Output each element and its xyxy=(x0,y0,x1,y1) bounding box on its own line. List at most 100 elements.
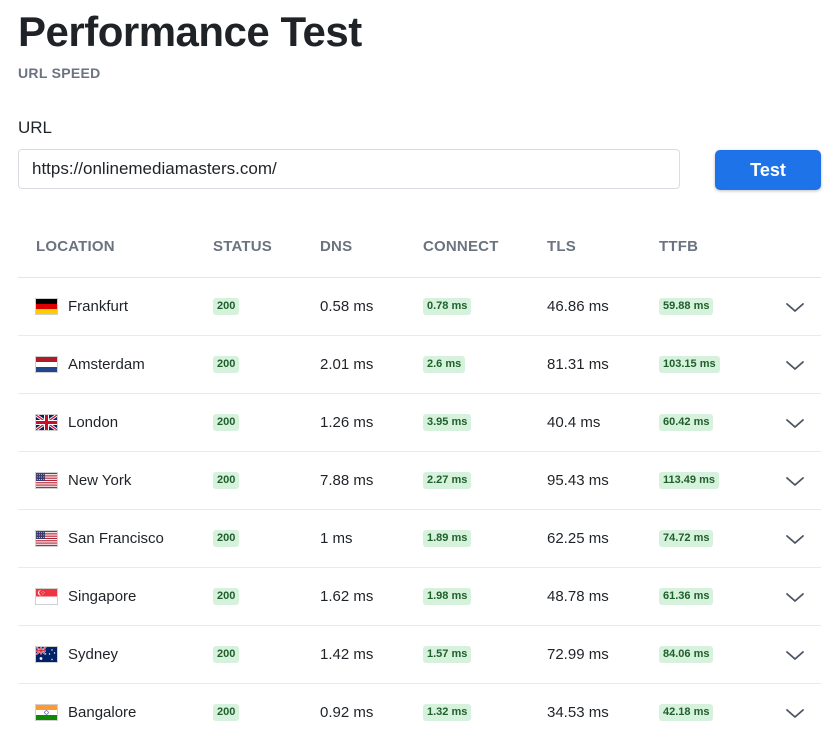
connect-cell: 2.6 ms xyxy=(423,336,466,393)
connect-badge: 0.78 ms xyxy=(423,298,472,315)
usa-flag-icon xyxy=(35,530,58,547)
location-name: London xyxy=(68,414,119,431)
chevron-down-icon[interactable] xyxy=(784,702,806,724)
india-flag-icon xyxy=(35,704,58,721)
ttfb-badge: 59.88 ms xyxy=(659,298,714,315)
tls-cell: 72.99 ms xyxy=(547,646,609,663)
location-cell: New York xyxy=(35,452,131,509)
connect-cell: 1.57 ms xyxy=(423,626,472,683)
ttfb-badge: 42.18 ms xyxy=(659,704,714,721)
dns-cell: 7.88 ms xyxy=(320,472,374,489)
ttfb-cell: 61.36 ms xyxy=(659,568,714,625)
location-cell: Sydney xyxy=(35,626,118,683)
connect-cell: 2.27 ms xyxy=(423,452,472,509)
connect-badge: 2.6 ms xyxy=(423,356,466,373)
chevron-down-icon[interactable] xyxy=(784,354,806,376)
status-cell: 200 xyxy=(213,278,240,335)
page-title: Performance Test xyxy=(18,8,362,55)
status-cell: 200 xyxy=(213,684,240,741)
chevron-down-icon[interactable] xyxy=(784,412,806,434)
ttfb-cell: 42.18 ms xyxy=(659,684,714,741)
singapore-flag-icon xyxy=(35,588,58,605)
results-table: LOCATION STATUS DNS CONNECT TLS TTFB Fra… xyxy=(18,222,821,741)
connect-cell: 0.78 ms xyxy=(423,278,472,335)
dns-cell: 2.01 ms xyxy=(320,356,374,373)
table-header: LOCATION STATUS DNS CONNECT TLS TTFB xyxy=(18,222,821,278)
connect-badge: 2.27 ms xyxy=(423,472,472,489)
connect-badge: 1.89 ms xyxy=(423,530,472,547)
url-label: URL xyxy=(18,118,53,137)
tls-cell: 81.31 ms xyxy=(547,356,609,373)
chevron-down-icon[interactable] xyxy=(784,644,806,666)
ttfb-badge: 113.49 ms xyxy=(659,472,719,489)
ttfb-badge: 84.06 ms xyxy=(659,646,714,663)
location-name: New York xyxy=(68,472,132,489)
connect-badge: 3.95 ms xyxy=(423,414,472,431)
chevron-down-icon[interactable] xyxy=(784,528,806,550)
location-cell: Frankfurt xyxy=(35,278,128,335)
tls-cell: 34.53 ms xyxy=(547,704,609,721)
dns-cell: 1 ms xyxy=(320,530,353,547)
column-header-location: LOCATION xyxy=(36,238,115,255)
dns-cell: 0.92 ms xyxy=(320,704,374,721)
ttfb-cell: 84.06 ms xyxy=(659,626,714,683)
dns-cell: 0.58 ms xyxy=(320,298,374,315)
location-name: Singapore xyxy=(68,588,137,605)
ttfb-cell: 103.15 ms xyxy=(659,336,720,393)
australia-flag-icon xyxy=(35,646,58,663)
table-row[interactable]: New York 200 7.88 ms 2.27 ms 95.43 ms 113.49 … xyxy=(18,452,821,510)
table-row[interactable]: London 200 1.26 ms 3.95 ms 40.4 ms 60.42 ms xyxy=(18,394,821,452)
connect-badge: 1.32 ms xyxy=(423,704,472,721)
status-badge: 200 xyxy=(213,704,240,721)
table-row[interactable]: Sydney 200 1.42 ms 1.57 ms 72.99 ms 84.06 ms xyxy=(18,626,821,684)
status-badge: 200 xyxy=(213,530,240,547)
connect-badge: 1.98 ms xyxy=(423,588,472,605)
location-name: Frankfurt xyxy=(68,298,129,315)
ttfb-cell: 113.49 ms xyxy=(659,452,719,509)
connect-cell: 1.32 ms xyxy=(423,684,472,741)
ttfb-badge: 103.15 ms xyxy=(659,356,720,373)
table-body: Frankfurt 200 0.58 ms 0.78 ms 46.86 ms 59.88 … xyxy=(18,278,821,741)
dns-cell: 1.42 ms xyxy=(320,646,374,663)
connect-cell: 3.95 ms xyxy=(423,394,472,451)
table-row[interactable]: San Francisco 200 1 ms 1.89 ms 62.25 ms 74.72… xyxy=(18,510,821,568)
germany-flag-icon xyxy=(35,298,58,315)
page-subtitle: URL SPEED xyxy=(18,65,101,81)
status-cell: 200 xyxy=(213,568,240,625)
column-header-dns: DNS xyxy=(320,238,353,255)
column-header-tls: TLS xyxy=(547,238,576,255)
uk-flag-icon xyxy=(35,414,58,431)
location-name: Amsterdam xyxy=(68,356,145,373)
status-badge: 200 xyxy=(213,646,240,663)
netherlands-flag-icon xyxy=(35,356,58,373)
column-header-connect: CONNECT xyxy=(423,238,499,255)
column-header-status: STATUS xyxy=(213,238,272,255)
location-cell: Singapore xyxy=(35,568,136,625)
column-header-ttfb: TTFB xyxy=(659,238,699,255)
location-cell: San Francisco xyxy=(35,510,164,567)
table-row[interactable]: Singapore 200 1.62 ms 1.98 ms 48.78 ms 61.36 … xyxy=(18,568,821,626)
table-row[interactable]: Bangalore 200 0.92 ms 1.32 ms 34.53 ms 42.18 … xyxy=(18,684,821,741)
chevron-down-icon[interactable] xyxy=(784,470,806,492)
tls-cell: 48.78 ms xyxy=(547,588,609,605)
url-input[interactable] xyxy=(18,149,680,189)
table-row[interactable]: Amsterdam 200 2.01 ms 2.6 ms 81.31 ms 103.15 … xyxy=(18,336,821,394)
dns-cell: 1.26 ms xyxy=(320,414,374,431)
ttfb-cell: 74.72 ms xyxy=(659,510,714,567)
connect-badge: 1.57 ms xyxy=(423,646,472,663)
chevron-down-icon[interactable] xyxy=(784,586,806,608)
location-name: San Francisco xyxy=(68,530,164,547)
status-badge: 200 xyxy=(213,588,240,605)
status-badge: 200 xyxy=(213,356,240,373)
tls-cell: 46.86 ms xyxy=(547,298,609,315)
status-cell: 200 xyxy=(213,510,240,567)
ttfb-badge: 61.36 ms xyxy=(659,588,714,605)
chevron-down-icon[interactable] xyxy=(784,296,806,318)
test-button[interactable]: Test xyxy=(715,150,821,190)
status-cell: 200 xyxy=(213,452,240,509)
dns-cell: 1.62 ms xyxy=(320,588,374,605)
ttfb-badge: 74.72 ms xyxy=(659,530,714,547)
location-cell: Amsterdam xyxy=(35,336,145,393)
table-row[interactable]: Frankfurt 200 0.58 ms 0.78 ms 46.86 ms 59.88 … xyxy=(18,278,821,336)
ttfb-badge: 60.42 ms xyxy=(659,414,714,431)
